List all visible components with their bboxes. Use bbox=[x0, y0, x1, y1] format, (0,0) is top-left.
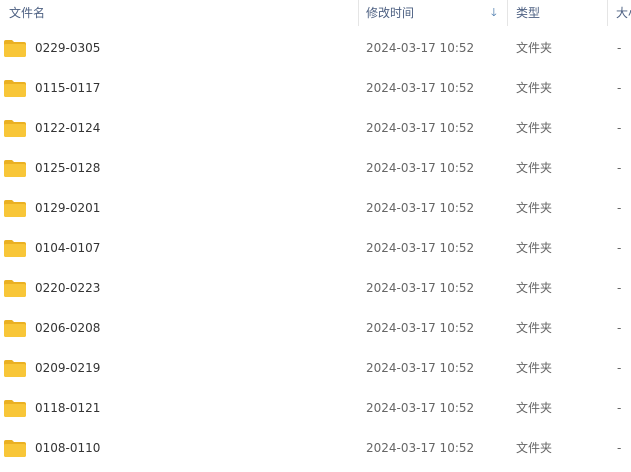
file-name: 0229-0305 bbox=[35, 41, 101, 55]
modified-date: 2024-03-17 10:52 bbox=[366, 401, 475, 415]
column-header-size[interactable]: 大小 bbox=[608, 0, 631, 26]
file-type: 文件夹 bbox=[516, 201, 553, 215]
folder-icon bbox=[4, 39, 26, 57]
modified-date: 2024-03-17 10:52 bbox=[366, 121, 475, 135]
modified-date: 2024-03-17 10:52 bbox=[366, 361, 475, 375]
folder-icon bbox=[4, 119, 26, 137]
file-rows: 0229-0305 2024-03-17 10:52 文件夹 - 0115-01… bbox=[0, 28, 631, 468]
folder-icon bbox=[4, 399, 26, 417]
list-item[interactable]: 0129-0201 2024-03-17 10:52 文件夹 - bbox=[0, 188, 631, 228]
list-item[interactable]: 0209-0219 2024-03-17 10:52 文件夹 - bbox=[0, 348, 631, 388]
file-size: - bbox=[617, 41, 622, 55]
list-item[interactable]: 0122-0124 2024-03-17 10:52 文件夹 - bbox=[0, 108, 631, 148]
modified-date: 2024-03-17 10:52 bbox=[366, 81, 475, 95]
list-item[interactable]: 0220-0223 2024-03-17 10:52 文件夹 - bbox=[0, 268, 631, 308]
down-arrow-icon: 🡓 bbox=[491, 6, 497, 19]
file-size: - bbox=[617, 361, 622, 375]
file-name: 0125-0128 bbox=[35, 161, 101, 175]
column-header-name-label: 文件名 bbox=[9, 6, 46, 20]
file-type: 文件夹 bbox=[516, 121, 553, 135]
modified-date: 2024-03-17 10:52 bbox=[366, 441, 475, 455]
file-name: 0108-0110 bbox=[35, 441, 101, 455]
folder-icon bbox=[4, 319, 26, 337]
list-item[interactable]: 0118-0121 2024-03-17 10:52 文件夹 - bbox=[0, 388, 631, 428]
file-size: - bbox=[617, 201, 622, 215]
file-name: 0118-0121 bbox=[35, 401, 101, 415]
file-name: 0122-0124 bbox=[35, 121, 101, 135]
column-header-name[interactable]: 文件名 bbox=[0, 0, 359, 26]
file-size: - bbox=[617, 401, 622, 415]
file-name: 0220-0223 bbox=[35, 281, 101, 295]
file-size: - bbox=[617, 321, 622, 335]
list-item[interactable]: 0206-0208 2024-03-17 10:52 文件夹 - bbox=[0, 308, 631, 348]
file-name: 0209-0219 bbox=[35, 361, 101, 375]
file-list-view: 文件名 修改时间 🡓 类型 大小 0229-0305 2024-03-17 10… bbox=[0, 0, 631, 472]
list-item[interactable]: 0108-0110 2024-03-17 10:52 文件夹 - bbox=[0, 428, 631, 468]
list-item[interactable]: 0104-0107 2024-03-17 10:52 文件夹 - bbox=[0, 228, 631, 268]
list-item[interactable]: 0125-0128 2024-03-17 10:52 文件夹 - bbox=[0, 148, 631, 188]
file-type: 文件夹 bbox=[516, 321, 553, 335]
folder-icon bbox=[4, 359, 26, 377]
file-type: 文件夹 bbox=[516, 41, 553, 55]
column-header-type-label: 类型 bbox=[516, 6, 541, 20]
file-type: 文件夹 bbox=[516, 241, 553, 255]
file-type: 文件夹 bbox=[516, 161, 553, 175]
column-header-bar: 文件名 修改时间 🡓 类型 大小 bbox=[0, 0, 631, 26]
file-type: 文件夹 bbox=[516, 81, 553, 95]
column-header-modified-label: 修改时间 bbox=[366, 6, 415, 20]
file-type: 文件夹 bbox=[516, 361, 553, 375]
file-name: 0104-0107 bbox=[35, 241, 101, 255]
list-item[interactable]: 0229-0305 2024-03-17 10:52 文件夹 - bbox=[0, 28, 631, 68]
file-type: 文件夹 bbox=[516, 401, 553, 415]
modified-date: 2024-03-17 10:52 bbox=[366, 281, 475, 295]
file-size: - bbox=[617, 281, 622, 295]
file-size: - bbox=[617, 441, 622, 455]
folder-icon bbox=[4, 279, 26, 297]
folder-icon bbox=[4, 439, 26, 457]
modified-date: 2024-03-17 10:52 bbox=[366, 321, 475, 335]
column-header-modified[interactable]: 修改时间 🡓 bbox=[358, 0, 508, 26]
file-size: - bbox=[617, 81, 622, 95]
folder-icon bbox=[4, 239, 26, 257]
modified-date: 2024-03-17 10:52 bbox=[366, 241, 475, 255]
folder-icon bbox=[4, 199, 26, 217]
folder-icon bbox=[4, 79, 26, 97]
list-item[interactable]: 0115-0117 2024-03-17 10:52 文件夹 - bbox=[0, 68, 631, 108]
file-name: 0115-0117 bbox=[35, 81, 101, 95]
column-header-type[interactable]: 类型 bbox=[508, 0, 608, 26]
file-type: 文件夹 bbox=[516, 441, 553, 455]
file-size: - bbox=[617, 241, 622, 255]
modified-date: 2024-03-17 10:52 bbox=[366, 41, 475, 55]
file-name: 0206-0208 bbox=[35, 321, 101, 335]
modified-date: 2024-03-17 10:52 bbox=[366, 161, 475, 175]
column-header-size-label: 大小 bbox=[616, 6, 631, 20]
file-size: - bbox=[617, 121, 622, 135]
modified-date: 2024-03-17 10:52 bbox=[366, 201, 475, 215]
file-type: 文件夹 bbox=[516, 281, 553, 295]
folder-icon bbox=[4, 159, 26, 177]
file-name: 0129-0201 bbox=[35, 201, 101, 215]
file-size: - bbox=[617, 161, 622, 175]
